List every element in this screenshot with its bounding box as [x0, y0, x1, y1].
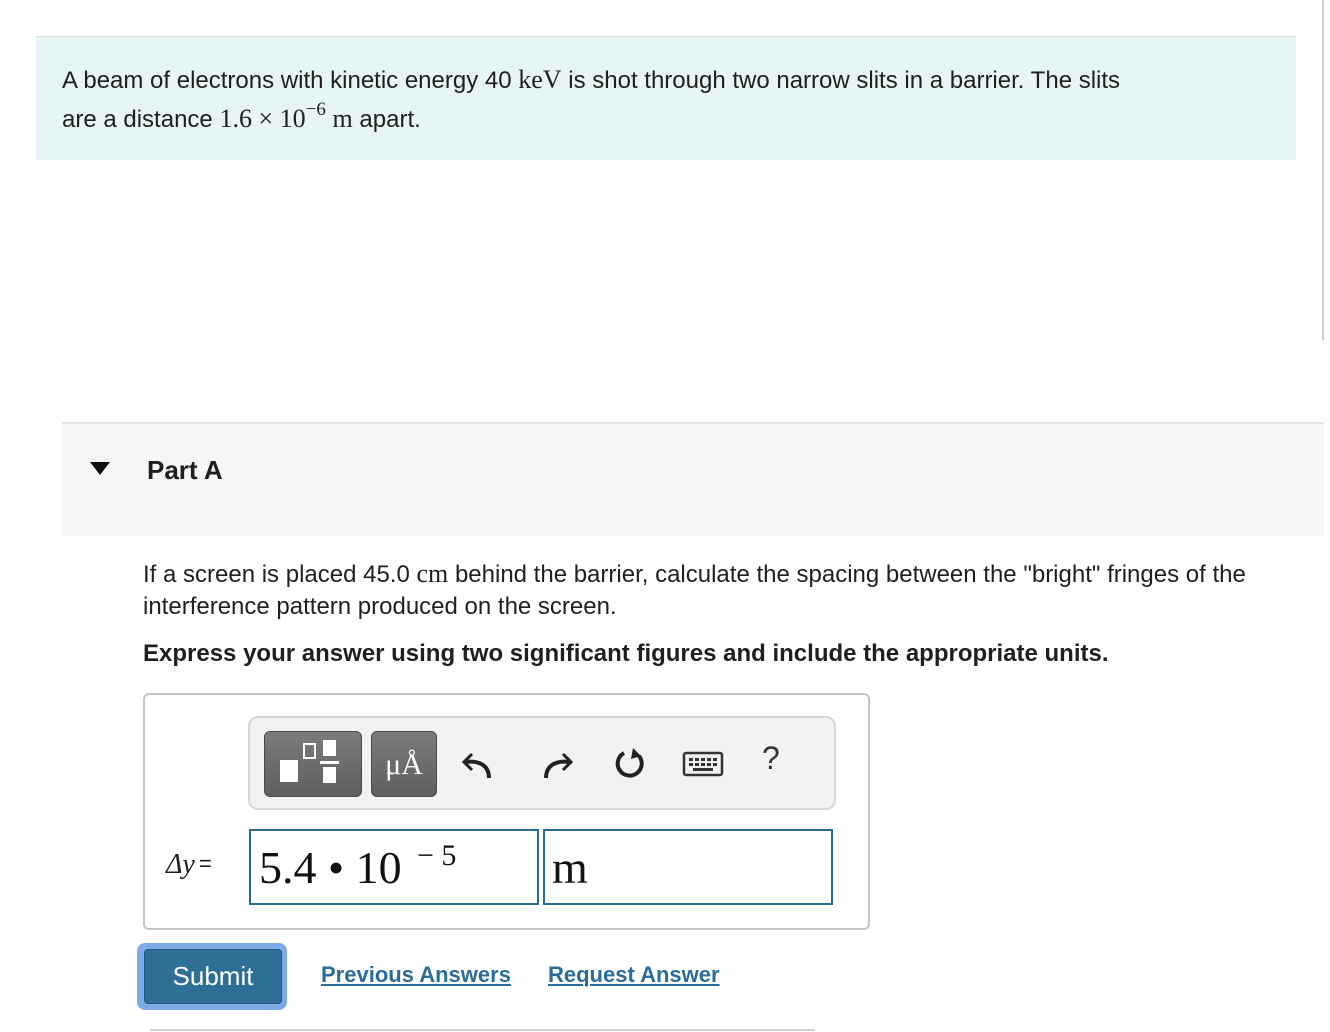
value-exponent: − 5 [417, 839, 457, 872]
units-button[interactable]: μÅ [371, 731, 437, 797]
templates-button[interactable] [264, 731, 362, 797]
undo-icon[interactable] [460, 744, 500, 784]
distance-exponent: −6 [305, 99, 326, 120]
answer-variable: Δy [166, 849, 195, 880]
problem-text: A beam of electrons with kinetic energy … [62, 67, 512, 94]
question-text: If a screen is placed 45.0 cm behind the… [143, 558, 1323, 623]
reset-icon[interactable] [610, 744, 650, 784]
question-unit: cm [416, 559, 449, 588]
answer-label: Δy = [166, 848, 212, 881]
equals-sign: = [198, 851, 212, 876]
scrollbar-edge [1322, 0, 1324, 340]
question-text-part: If a screen is placed 45.0 [143, 561, 410, 588]
distance-unit: m [332, 104, 353, 133]
collapse-caret-icon[interactable] [90, 462, 110, 475]
problem-text: apart. [359, 106, 421, 133]
keyboard-icon[interactable] [682, 744, 724, 784]
redo-icon[interactable] [535, 744, 575, 784]
answer-instruction: Express your answer using two significan… [143, 640, 1109, 667]
energy-unit: keV [518, 65, 562, 94]
bottom-divider [150, 1029, 815, 1031]
unit-value: m [552, 842, 588, 893]
math-toolbar: μÅ ? [248, 716, 836, 810]
previous-answers-link[interactable]: Previous Answers [321, 962, 511, 988]
submit-button[interactable]: Submit [144, 949, 282, 1004]
part-title: Part A [147, 455, 223, 485]
unit-input[interactable]: m [543, 829, 833, 905]
problem-text: are a distance [62, 106, 213, 133]
help-button[interactable]: ? [762, 740, 780, 777]
problem-statement: A beam of electrons with kinetic energy … [36, 37, 1296, 160]
distance-mantissa: 1.6 × 10 [219, 104, 306, 133]
part-a-header[interactable]: Part A [62, 422, 1324, 536]
request-answer-link[interactable]: Request Answer [548, 962, 720, 988]
distance-value: 1.6 × 10−6 [219, 99, 325, 133]
problem-text: is shot through two narrow slits in a ba… [568, 67, 1121, 94]
value-mantissa: 5.4 • 10 [259, 842, 402, 893]
value-input[interactable]: 5.4 • 10 − 5 [249, 829, 539, 905]
